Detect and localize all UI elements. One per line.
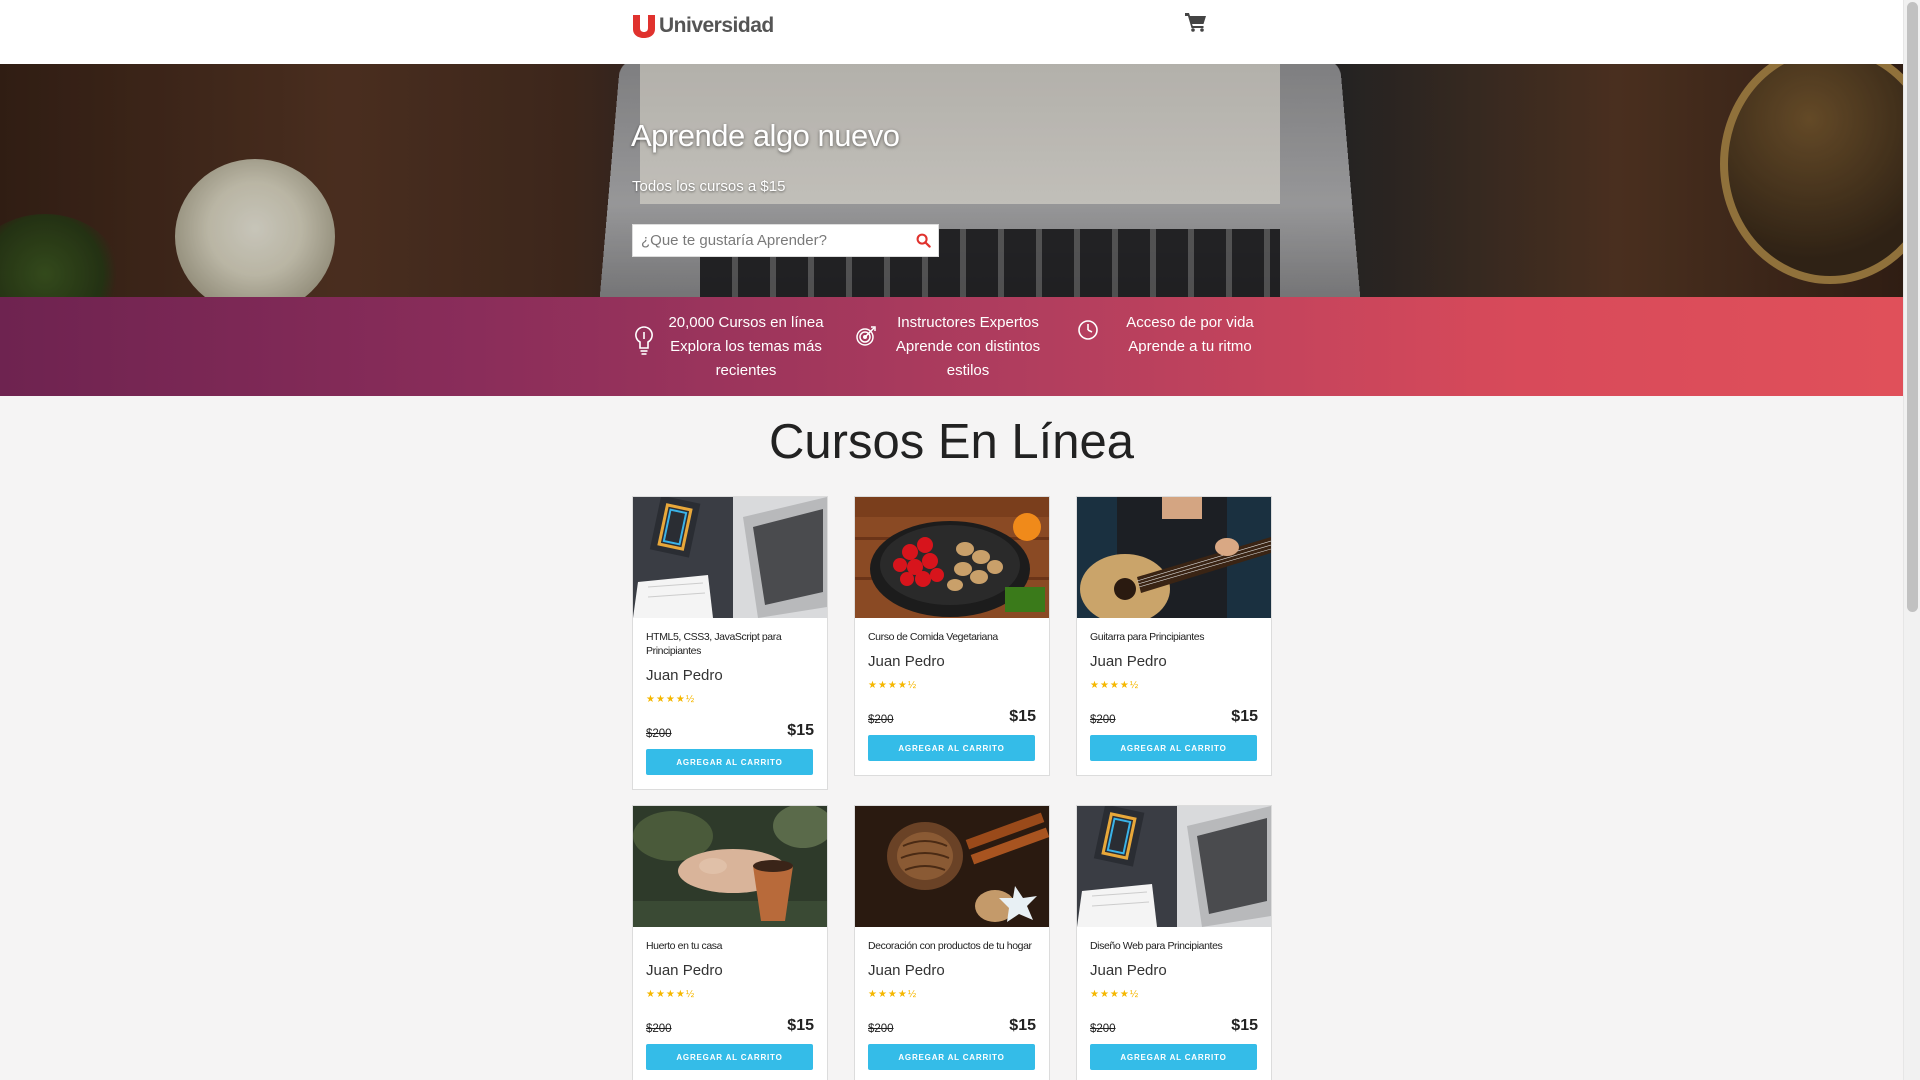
features-bar: 20,000 Cursos en línea Explora los temas… bbox=[0, 297, 1903, 396]
search-form bbox=[632, 224, 939, 257]
feature-access-line1: Acceso de por vida bbox=[1126, 314, 1254, 331]
section-title: Cursos En Línea bbox=[769, 415, 1134, 469]
feature-access: Acceso de por vida Aprende a tu ritmo bbox=[1074, 311, 1270, 359]
feature-instructors-line2: Aprende con distintos bbox=[895, 338, 1041, 355]
course-author: Juan Pedro bbox=[1090, 962, 1167, 979]
laptop-notebook-image[interactable] bbox=[1077, 806, 1271, 927]
price-old: $200 bbox=[868, 1023, 894, 1035]
course-author: Juan Pedro bbox=[646, 667, 723, 684]
price-old: $200 bbox=[646, 728, 672, 740]
hero-banner: Aprende algo nuevo Todos los cursos a $1… bbox=[0, 64, 1903, 297]
scrollbar-thumb[interactable] bbox=[1907, 2, 1918, 612]
course-title[interactable]: Curso de Comida Vegetariana bbox=[868, 630, 1036, 644]
course-card[interactable]: Curso de Comida Vegetariana Juan Pedro ★… bbox=[854, 496, 1050, 776]
rating-stars-icon: ★★★★½ bbox=[646, 989, 696, 1000]
site-header: Universidad bbox=[0, 0, 1903, 64]
vegetables-pan-image[interactable] bbox=[855, 497, 1049, 618]
shopping-cart-icon[interactable] bbox=[1185, 12, 1207, 32]
course-card[interactable]: Decoración con productos de tu hogar Jua… bbox=[854, 805, 1050, 1080]
course-title[interactable]: Guitarra para Principiantes bbox=[1090, 630, 1258, 644]
course-card[interactable]: HTML5, CSS3, JavaScript para Principiant… bbox=[632, 496, 828, 790]
hero-overlay bbox=[0, 64, 1903, 297]
course-author: Juan Pedro bbox=[646, 962, 723, 979]
course-title[interactable]: Decoración con productos de tu hogar bbox=[868, 939, 1036, 953]
pinecones-cinnamon-image[interactable] bbox=[855, 806, 1049, 927]
rating-stars-icon: ★★★★½ bbox=[868, 989, 918, 1000]
rating-stars-icon: ★★★★½ bbox=[868, 680, 918, 691]
site-logo[interactable]: Universidad bbox=[632, 12, 774, 40]
laptop-notebook-image[interactable] bbox=[633, 497, 827, 618]
guitar-player-image[interactable] bbox=[1077, 497, 1271, 618]
course-card[interactable]: Diseño Web para Principiantes Juan Pedro… bbox=[1076, 805, 1272, 1080]
course-card[interactable]: Huerto en tu casa Juan Pedro ★★★★½ $200 … bbox=[632, 805, 828, 1080]
feature-courses-line3: recientes bbox=[715, 362, 777, 379]
course-author: Juan Pedro bbox=[868, 962, 945, 979]
add-to-cart-button[interactable]: AGREGAR AL CARRITO bbox=[868, 735, 1035, 761]
plant-pot-image[interactable] bbox=[633, 806, 827, 927]
price-new: $15 bbox=[1231, 1017, 1258, 1034]
hero-title: Aprende algo nuevo bbox=[631, 118, 900, 153]
rating-stars-icon: ★★★★½ bbox=[646, 694, 696, 705]
price-new: $15 bbox=[1009, 708, 1036, 725]
price-old: $200 bbox=[1090, 714, 1116, 726]
feature-courses-line2: Explora los temas más bbox=[670, 338, 822, 355]
course-title[interactable]: Huerto en tu casa bbox=[646, 939, 814, 953]
add-to-cart-button[interactable]: AGREGAR AL CARRITO bbox=[1090, 1044, 1257, 1070]
rating-stars-icon: ★★★★½ bbox=[1090, 989, 1140, 1000]
course-author: Juan Pedro bbox=[868, 653, 945, 670]
add-to-cart-button[interactable]: AGREGAR AL CARRITO bbox=[646, 749, 813, 775]
page-scrollbar[interactable] bbox=[1903, 0, 1920, 1080]
course-title[interactable]: HTML5, CSS3, JavaScript para Principiant… bbox=[646, 630, 814, 658]
logo-u-icon bbox=[633, 15, 655, 38]
lightbulb-icon bbox=[630, 325, 658, 365]
clock-icon bbox=[1074, 319, 1102, 359]
add-to-cart-button[interactable]: AGREGAR AL CARRITO bbox=[646, 1044, 813, 1070]
feature-courses: 20,000 Cursos en línea Explora los temas… bbox=[630, 311, 826, 383]
price-new: $15 bbox=[787, 1017, 814, 1034]
brand-name: Universidad bbox=[659, 14, 774, 37]
feature-courses-line1: 20,000 Cursos en línea bbox=[668, 314, 824, 331]
feature-instructors: Instructores Expertos Aprende con distin… bbox=[852, 311, 1048, 383]
add-to-cart-button[interactable]: AGREGAR AL CARRITO bbox=[1090, 735, 1257, 761]
course-card[interactable]: Guitarra para Principiantes Juan Pedro ★… bbox=[1076, 496, 1272, 776]
course-title[interactable]: Diseño Web para Principiantes bbox=[1090, 939, 1258, 953]
price-new: $15 bbox=[1231, 708, 1258, 725]
price-old: $200 bbox=[868, 714, 894, 726]
course-author: Juan Pedro bbox=[1090, 653, 1167, 670]
search-icon[interactable] bbox=[908, 225, 938, 256]
search-input[interactable] bbox=[633, 225, 908, 256]
price-old: $200 bbox=[646, 1023, 672, 1035]
rating-stars-icon: ★★★★½ bbox=[1090, 680, 1140, 691]
feature-access-line2: Aprende a tu ritmo bbox=[1128, 338, 1252, 355]
feature-instructors-line3: estilos bbox=[946, 362, 990, 379]
price-new: $15 bbox=[787, 722, 814, 739]
hero-subtitle: Todos los cursos a $15 bbox=[632, 178, 786, 195]
price-old: $200 bbox=[1090, 1023, 1116, 1035]
add-to-cart-button[interactable]: AGREGAR AL CARRITO bbox=[868, 1044, 1035, 1070]
target-icon bbox=[852, 325, 880, 365]
price-new: $15 bbox=[1009, 1017, 1036, 1034]
feature-instructors-line1: Instructores Expertos bbox=[897, 314, 1039, 331]
